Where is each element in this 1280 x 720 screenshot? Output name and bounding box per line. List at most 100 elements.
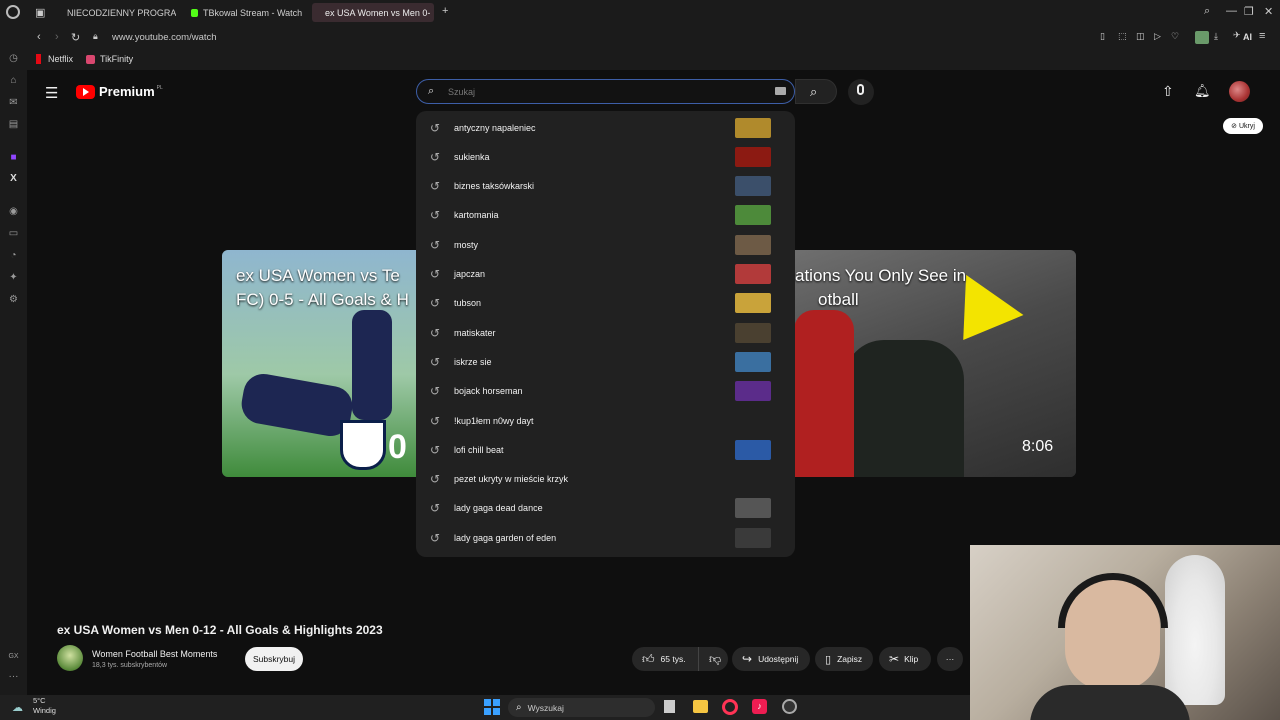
save-bookmark-icon: ▯ [825,653,832,666]
more-dots-icon: ··· [945,654,955,664]
suggestion-thumbnail [735,117,771,138]
workspace-icon[interactable]: ⌂ [7,74,20,87]
notes-icon[interactable]: ▤ [7,118,20,131]
taskbar-search[interactable]: ⌕ Wyszukaj [508,698,655,717]
clip-button[interactable]: ✂ Klip [879,647,931,671]
forward-icon[interactable]: › [55,31,59,43]
keyboard-icon[interactable] [775,87,786,95]
search-suggestion[interactable]: ↺ antyczny napaleniec [416,113,795,142]
more-actions-button[interactable]: ··· [937,647,963,671]
video-title: ex USA Women vs Men 0-12 - All Goals & H… [57,623,383,637]
search-suggestion[interactable]: ↺ kartomania [416,201,795,230]
suggestion-thumbnail [735,146,771,167]
channel-name[interactable]: Women Football Best Moments [92,649,217,659]
wallet-icon[interactable]: ▭ [7,227,20,240]
like-button[interactable]: 👍︎ 65 tys. [632,647,698,671]
twitch-icon[interactable]: ■ [7,151,20,164]
christmas-tree [1165,555,1225,705]
suggestion-text: mosty [454,239,479,250]
tab-1[interactable]: NIECODZIENNY PROGRAM [54,3,176,22]
x-twitter-icon[interactable]: X [7,172,20,185]
history-icon: ↺ [430,208,441,223]
heart-icon[interactable]: ♡ [1171,31,1179,42]
person-shirt [1030,685,1190,720]
tab-overview-icon[interactable]: ▣ [35,6,45,19]
upload-icon[interactable]: ⇧ [1162,83,1174,100]
close-window-icon[interactable]: ✕ [1264,5,1273,18]
share-icon[interactable]: ✈ [1233,30,1241,41]
search-suggestion[interactable]: ↺ japczan [416,260,795,289]
search-tabs-icon[interactable]: ⌕ [1204,5,1210,18]
maximize-icon[interactable]: ❐ [1244,5,1254,18]
hamburger-menu-icon[interactable]: ☰ [45,84,58,102]
save-button[interactable]: ▯ Zapisz [815,647,873,671]
opera-gx-icon[interactable] [722,699,738,715]
camera-icon[interactable]: ◫ [1136,31,1145,42]
snapshot-icon[interactable]: ⬚ [1118,31,1127,42]
messenger-icon[interactable]: ✉ [7,96,20,109]
search-suggestion[interactable]: ↺ sukienka [416,142,795,171]
suggestion-thumbnail [735,351,771,372]
search-icon: ⌕ [516,702,522,713]
dislike-button[interactable]: 👎︎ [698,647,728,671]
voice-search-button[interactable] [848,79,874,105]
tab-label: NIECODZIENNY PROGRAM [67,7,176,18]
search-suggestion[interactable]: ↺ pezet ukryty w mieście krzyk [416,465,795,494]
url-text[interactable]: www.youtube.com/watch [112,32,217,43]
search-suggestion[interactable]: ↺ biznes taksówkarski [416,172,795,201]
history-icon: ↺ [430,267,441,281]
history-icon: ↺ [430,472,441,487]
bookmark-netflix[interactable]: Netflix [36,54,73,64]
channel-avatar[interactable] [57,645,83,671]
tab-3-active[interactable]: ex USA Women vs Men 0- ● [312,3,434,22]
search-suggestion[interactable]: ↺ bojack horseman [416,377,795,406]
file-explorer-icon[interactable] [693,700,708,713]
app-icon[interactable] [782,699,797,714]
task-view-icon[interactable] [664,700,675,713]
suggestion-thumbnail [735,205,771,226]
history-icon: ↺ [430,149,441,164]
search-icon: ⌕ [428,85,435,97]
settings-icon[interactable]: ⚙ [7,293,20,306]
tab-2[interactable]: TBkowal Stream - Watch [183,3,305,22]
subscribe-button[interactable]: Subskrybuj [245,647,303,671]
pinboard-icon[interactable]: ✦ [7,271,20,284]
bookmark-tikfinity[interactable]: TikFinity [86,54,133,64]
bookmark-icon[interactable]: ▯ [1100,31,1105,42]
logo-badge: PL [156,84,163,91]
tiktok-icon[interactable]: ♪ [752,699,767,714]
menu-icon[interactable]: ≡ [1259,30,1265,42]
search-suggestion[interactable]: ↺ iskrze sie [416,347,795,376]
ai-label[interactable]: AI [1243,32,1252,42]
start-windows-icon[interactable] [484,699,500,715]
search-box[interactable]: ⌕ Szukaj [416,79,795,104]
player-icon[interactable]: ◉ [7,205,20,218]
hide-chip[interactable]: ⊘ Ukryj [1223,118,1263,134]
extension-avatar-icon[interactable] [1195,31,1209,44]
gx-icon[interactable]: GX [7,650,20,663]
minimize-icon[interactable]: — [1226,5,1237,17]
back-icon[interactable]: ‹ [37,31,41,43]
search-button[interactable]: ⌕ [795,79,837,104]
search-suggestion[interactable]: ↺ lady gaga garden of eden [416,523,795,552]
play-icon[interactable]: ▷ [1154,31,1161,42]
youtube-premium-logo[interactable]: Premium PL [76,84,163,99]
search-suggestion[interactable]: ↺ lady gaga dead dance [416,494,795,523]
share-button[interactable]: ↪ Udostępnij [732,647,810,671]
search-suggestion[interactable]: ↺ mosty [416,230,795,259]
more-icon[interactable]: ··· [7,670,20,683]
notifications-bell-icon[interactable]: 🔔︎ [1194,83,1211,99]
opera-menu-icon[interactable] [6,5,20,19]
history-icon[interactable]: ◷ [7,52,20,65]
reload-icon[interactable]: ↻ [71,31,80,44]
new-tab-icon[interactable]: + [442,5,448,17]
search-suggestion[interactable]: ↺ matiskater [416,318,795,347]
clock-icon[interactable]: ◔ [7,249,20,262]
avatar[interactable] [1229,81,1250,102]
search-input[interactable]: Szukaj [448,87,475,97]
download-icon[interactable]: ⤓ [1214,31,1218,42]
suggestion-text: kartomania [454,210,499,221]
search-suggestion[interactable]: ↺ tubson [416,289,795,318]
search-suggestion[interactable]: ↺ !kup1łem n0wy dayt [416,406,795,435]
search-suggestion[interactable]: ↺ lofi chill beat [416,435,795,464]
